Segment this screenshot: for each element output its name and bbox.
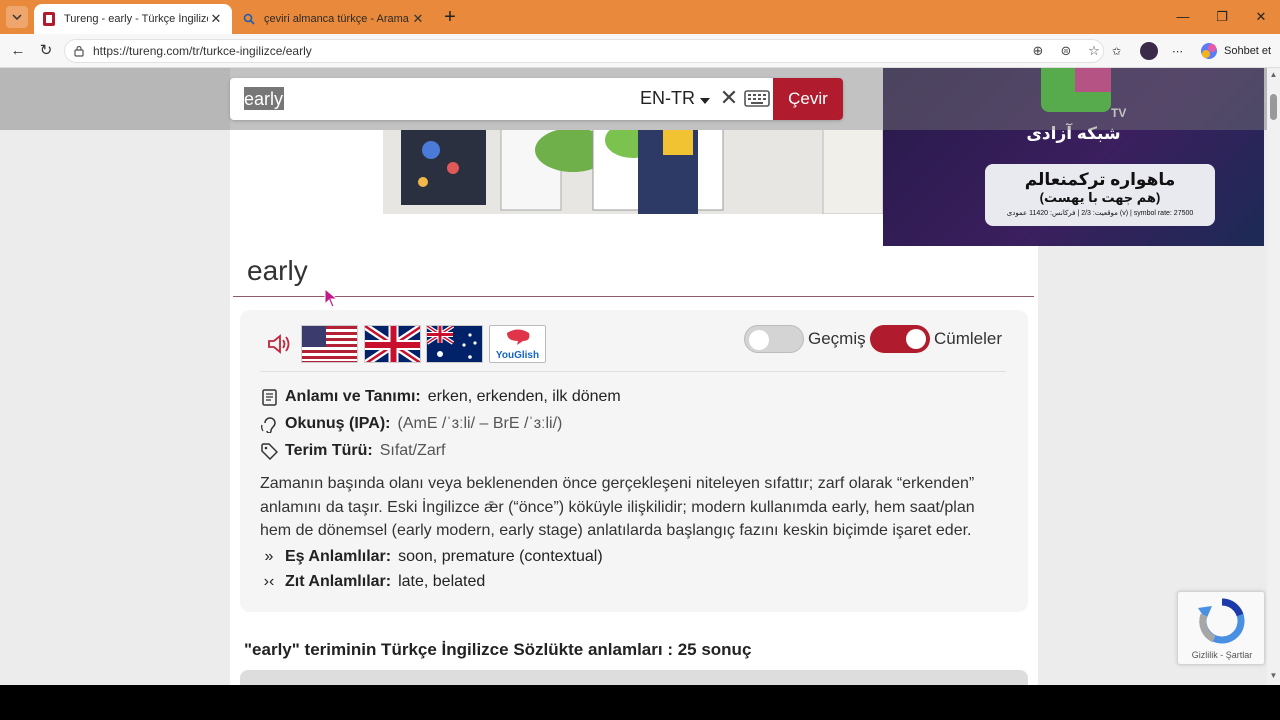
url-field[interactable]: https://tureng.com/tr/turkce-ingilizce/e… — [64, 39, 1104, 63]
language-select[interactable]: EN-TR — [640, 88, 711, 109]
restore-icon[interactable]: ❐ — [1203, 6, 1241, 28]
refresh-icon[interactable]: ↻ — [36, 41, 56, 61]
page-scrollbar[interactable]: ▲ ▼ — [1267, 68, 1280, 685]
term-type-value: Sıfat/Zarf — [379, 442, 446, 459]
term-type-row: Terim Türü: Sıfat/Zarf — [260, 442, 446, 460]
page-viewport: TV شبکه آزادی ماهواره ترکمنعالم (هم جهت … — [0, 68, 1280, 685]
lock-icon — [74, 45, 84, 57]
search-favicon-icon — [242, 12, 256, 26]
double-chevron-right-icon: » — [264, 548, 274, 565]
tab-title: Tureng - early - Türkçe İngilizce Sö — [64, 13, 208, 25]
reader-icon[interactable]: ⊜ — [1058, 43, 1074, 59]
recaptcha-links: Gizlilik - Şartlar — [1178, 650, 1266, 660]
antonyms-label: Zıt Anlamlılar: — [285, 573, 392, 590]
toggle-knob — [906, 329, 926, 349]
meaning-label: Anlamı ve Tanımı: — [285, 388, 421, 405]
ad-box-title: ماهواره ترکمنعالم — [1024, 170, 1176, 189]
card-divider — [260, 371, 1006, 372]
tab-strip: Tureng - early - Türkçe İngilizce Sö ✕ ç… — [0, 0, 1280, 34]
youglish-label: YouGlish — [495, 350, 540, 361]
terms-link[interactable]: Şartlar — [1226, 650, 1253, 660]
tureng-favicon-icon — [42, 12, 56, 26]
opposite-arrows-icon: ›‹ — [263, 573, 275, 590]
definition-card — [240, 310, 1028, 612]
synonyms-row: » Eş Anlamlılar: soon, premature (contex… — [260, 548, 603, 566]
clear-search-icon[interactable]: ✕ — [718, 85, 740, 111]
definition-description: Zamanın başında olanı veya beklenenden ö… — [260, 475, 975, 539]
results-heading: "early" teriminin Türkçe İngilizce Sözlü… — [244, 640, 752, 659]
speaker-icon[interactable] — [266, 332, 292, 356]
pronunciation-value: (AmE /ˈɜːli/ – BrE /ˈɜːli/) — [397, 415, 563, 432]
uk-flag-icon[interactable] — [364, 325, 421, 363]
pronunciation-row: Okunuş (IPA): (AmE /ˈɜːli/ – BrE /ˈɜːli/… — [260, 415, 562, 433]
search-input[interactable] — [244, 86, 624, 112]
tag-icon — [260, 442, 278, 460]
keyboard-icon[interactable] — [744, 87, 770, 109]
tab-close-icon[interactable]: ✕ — [208, 11, 224, 27]
book-icon — [260, 388, 278, 406]
scroll-up-icon[interactable]: ▲ — [1269, 70, 1278, 79]
youglish-button[interactable]: YouGlish — [489, 325, 546, 363]
toggle-knob — [749, 330, 769, 350]
recaptcha-badge[interactable]: Gizlilik - Şartlar — [1177, 591, 1265, 665]
address-toolbar: ← ↻ https://tureng.com/tr/turkce-ingiliz… — [0, 34, 1280, 68]
tab-search[interactable]: çeviri almanca türkçe - Arama ✕ — [234, 4, 434, 34]
tab-title: çeviri almanca türkçe - Arama — [264, 13, 409, 25]
privacy-link[interactable]: Gizlilik — [1192, 650, 1218, 660]
ad-info-box: ماهواره ترکمنعالم (هم جهت با یهست) موقعی… — [985, 164, 1215, 226]
tab-close-icon[interactable]: ✕ — [410, 11, 426, 27]
chevron-down-icon — [12, 14, 22, 20]
translate-button[interactable]: Çevir — [773, 78, 843, 120]
more-menu-icon[interactable]: ⋯ — [1172, 41, 1183, 61]
ad-box-footer: موقعیت: 2/3 | فرکانس: 11420 عمودی (v) | … — [1006, 210, 1194, 217]
antonyms-row: ›‹ Zıt Anlamlılar: late, belated — [260, 573, 486, 591]
taskbar-strip — [0, 685, 1280, 720]
illustration-banner — [383, 130, 883, 214]
zoom-icon[interactable]: ⊕ — [1030, 43, 1046, 59]
profile-avatar[interactable] — [1140, 41, 1158, 61]
link-separator: - — [1217, 650, 1226, 660]
sentences-toggle[interactable] — [870, 325, 930, 353]
copilot-button[interactable]: Sohbet et — [1200, 41, 1271, 61]
new-tab-icon[interactable]: + — [440, 7, 460, 27]
meaning-row: Anlamı ve Tanımı: erken, erkenden, ilk d… — [260, 388, 621, 406]
caret-down-icon — [700, 98, 711, 104]
tab-tureng[interactable]: Tureng - early - Türkçe İngilizce Sö ✕ — [34, 4, 232, 34]
pronunciation-label: Okunuş (IPA): — [285, 415, 391, 432]
back-arrow-icon[interactable]: ← — [8, 41, 28, 61]
collections-icon[interactable]: ✩ — [1112, 41, 1121, 61]
australia-flag-icon[interactable] — [426, 325, 483, 363]
mouse-cursor-icon — [324, 288, 338, 308]
title-divider — [233, 296, 1034, 297]
copilot-icon — [1201, 43, 1217, 59]
tab-actions-menu-button[interactable] — [6, 6, 28, 28]
meaning-values: erken, erkenden, ilk dönem — [427, 388, 621, 405]
history-toggle-label: Geçmiş — [808, 329, 866, 348]
ad-box-subtitle: (هم جهت با یهست) — [1039, 190, 1161, 205]
term-type-label: Terim Türü: — [285, 442, 373, 459]
synonyms-label: Eş Anlamlılar: — [285, 548, 392, 565]
scroll-thumb[interactable] — [1270, 94, 1277, 120]
synonyms-values: soon, premature (contextual) — [398, 548, 603, 565]
history-toggle[interactable] — [744, 325, 804, 353]
page-title: early — [247, 255, 308, 286]
close-window-icon[interactable]: ✕ — [1242, 6, 1280, 28]
url-text: https://tureng.com/tr/turkce-ingilizce/e… — [93, 44, 312, 58]
us-flag-icon[interactable] — [301, 325, 358, 363]
scroll-down-icon[interactable]: ▼ — [1269, 671, 1278, 680]
recaptcha-icon — [1198, 598, 1245, 644]
language-value: EN-TR — [640, 88, 695, 108]
favorite-star-icon[interactable]: ☆ — [1086, 43, 1102, 59]
minimize-icon[interactable]: — — [1164, 6, 1202, 28]
antonyms-values: late, belated — [398, 573, 486, 590]
ear-icon — [260, 415, 278, 433]
youglish-logo-icon — [506, 329, 529, 345]
copilot-label: Sohbet et — [1224, 45, 1272, 57]
search-bar: EN-TR ✕ Çevir — [230, 78, 843, 120]
results-table-header — [240, 670, 1028, 685]
sentences-toggle-label: Cümleler — [934, 329, 1003, 348]
url-actions: ⊕ ⊜ ☆ — [1030, 43, 1102, 59]
